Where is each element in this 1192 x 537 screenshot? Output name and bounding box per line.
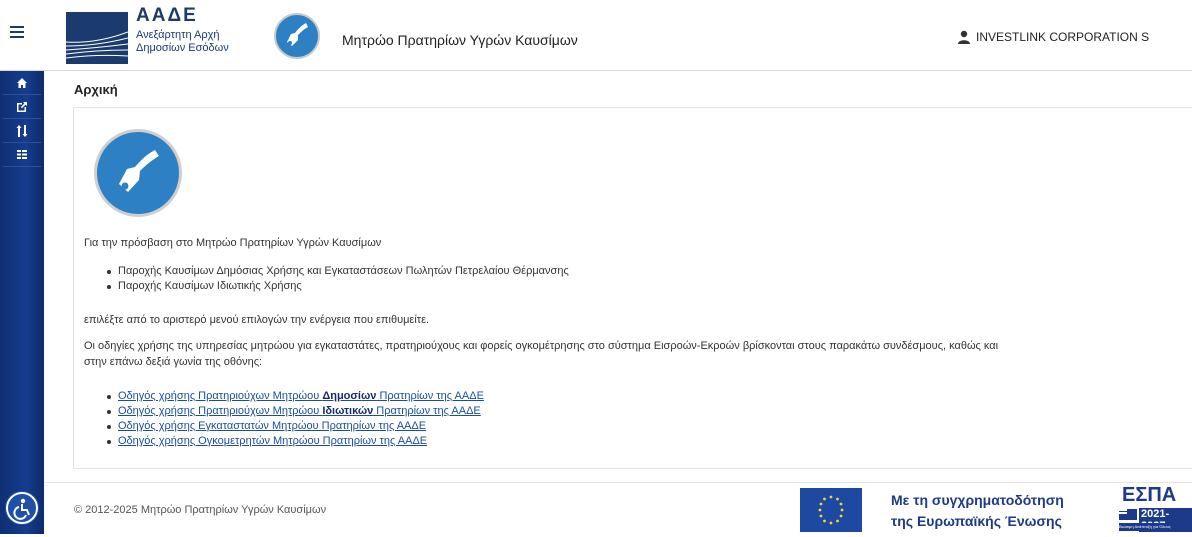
external-link-icon xyxy=(17,101,27,112)
app-title: Μητρώο Πρατηρίων Υγρών Καυσίμων xyxy=(342,32,578,48)
guide-link-installers[interactable]: Οδηγός χρήσης Εγκαταστατών Μητρώου Πρατη… xyxy=(118,420,426,432)
sidebar-item-home[interactable] xyxy=(3,71,41,95)
accessibility-icon xyxy=(13,498,30,520)
link-text: Οδηγός χρήσης Εγκαταστατών Μητρώου Πρατη… xyxy=(118,420,427,432)
choose-text: επιλέξτε από το αριστερό μενού επιλογών … xyxy=(84,314,430,326)
link-text: Πρατηρίων της ΑΑΔΕ xyxy=(376,390,484,402)
eu-cofunding-line1: Με τη συγχρηματοδότηση xyxy=(891,492,1064,508)
link-text: Οδηγός χρήσης Ογκομετρητών Μητρώου Πρατη… xyxy=(118,435,428,447)
sidebar-item-list[interactable] xyxy=(3,143,41,167)
accessibility-button[interactable] xyxy=(6,492,38,524)
sidebar-item-transfers[interactable] xyxy=(3,119,41,143)
espa-title: ΕΣΠΑ xyxy=(1122,484,1177,506)
menu-toggle-icon[interactable] xyxy=(10,26,24,38)
access-types-list: Παροχής Καυσίμων Δημόσιας Χρήσης και Εγκ… xyxy=(102,264,569,294)
logo-subtitle-1: Ανεξάρτητη Αρχή xyxy=(136,29,220,41)
eu-cofunding-line2: της Ευρωπαϊκής Ένωσης xyxy=(891,513,1062,529)
intro-text: Για την πρόσβαση στο Μητρώο Πρατηρίων Υγ… xyxy=(84,237,382,249)
fuel-nozzle-large-icon xyxy=(94,129,182,217)
link-text: Οδηγός χρήσης Πρατηριούχων Μητρώου xyxy=(118,405,323,417)
user-menu[interactable]: INVESTLINK CORPORATION S xyxy=(957,30,1149,44)
home-icon xyxy=(17,77,27,88)
list-item: Οδηγός χρήσης Πρατηριούχων Μητρώου Ιδιωτ… xyxy=(102,404,484,419)
guides-links-list: Οδηγός χρήσης Πρατηριούχων Μητρώου Δημοσ… xyxy=(102,389,484,449)
guides-text-line2: στην επάνω δεξιά γωνία της οθόνης: xyxy=(84,356,263,368)
list-item: Οδηγός χρήσης Εγκαταστατών Μητρώου Πρατη… xyxy=(102,419,484,434)
top-bar: ΑΑΔΕ Ανεξάρτητη Αρχή Δημοσίων Εσόδων Μητ… xyxy=(0,0,1192,71)
copyright: © 2012-2025 Μητρώο Πρατηρίων Υγρών Καυσί… xyxy=(74,504,327,516)
sidebar xyxy=(0,71,44,534)
link-bold-text: Ιδιωτικών xyxy=(322,405,374,417)
aade-logo-icon xyxy=(66,12,128,64)
footer-divider xyxy=(44,482,1192,483)
espa-subtitle: Βιώσιμη Ανάπτυξη για Όλους xyxy=(1119,523,1171,531)
list-item-text: Παροχής Καυσίμων Δημόσιας Χρήσης και Εγκ… xyxy=(118,265,569,277)
logo-subtitle-2: Δημοσίων Εσόδων xyxy=(136,42,229,54)
list-item-text: Παροχής Καυσίμων Ιδιωτικής Χρήσης xyxy=(118,280,302,292)
guide-link-public[interactable]: Οδηγός χρήσης Πρατηριούχων Μητρώου Δημοσ… xyxy=(118,390,484,402)
list-icon xyxy=(17,149,27,159)
guides-text-line1: Οι οδηγίες χρήσης της υπηρεσίας μητρώου … xyxy=(84,340,999,352)
list-item: Παροχής Καυσίμων Δημόσιας Χρήσης και Εγκ… xyxy=(102,264,569,279)
breadcrumb: Αρχική xyxy=(74,82,118,97)
logo-title: ΑΑΔΕ xyxy=(136,5,198,26)
sort-arrows-icon xyxy=(16,124,28,137)
fuel-nozzle-icon xyxy=(274,13,320,59)
guide-link-private[interactable]: Οδηγός χρήσης Πρατηριούχων Μητρώου Ιδιωτ… xyxy=(118,405,481,417)
sidebar-item-open[interactable] xyxy=(3,95,41,119)
link-text: Οδηγός χρήσης Πρατηριούχων Μητρώου xyxy=(118,390,323,402)
guide-link-meters[interactable]: Οδηγός χρήσης Ογκομετρητών Μητρώου Πρατη… xyxy=(118,435,427,447)
espa-logo-icon xyxy=(1119,509,1137,520)
list-item: Οδηγός χρήσης Ογκομετρητών Μητρώου Πρατη… xyxy=(102,434,484,449)
link-text: Πρατηρίων της ΑΑΔΕ xyxy=(373,405,481,417)
link-bold-text: Δημοσίων xyxy=(322,390,377,402)
list-item: Παροχής Καυσίμων Ιδιωτικής Χρήσης xyxy=(102,279,569,294)
list-item: Οδηγός χρήσης Πρατηριούχων Μητρώου Δημοσ… xyxy=(102,389,484,404)
user-icon xyxy=(958,30,970,44)
user-name: INVESTLINK CORPORATION S xyxy=(976,30,1150,44)
eu-flag-icon xyxy=(800,488,862,532)
